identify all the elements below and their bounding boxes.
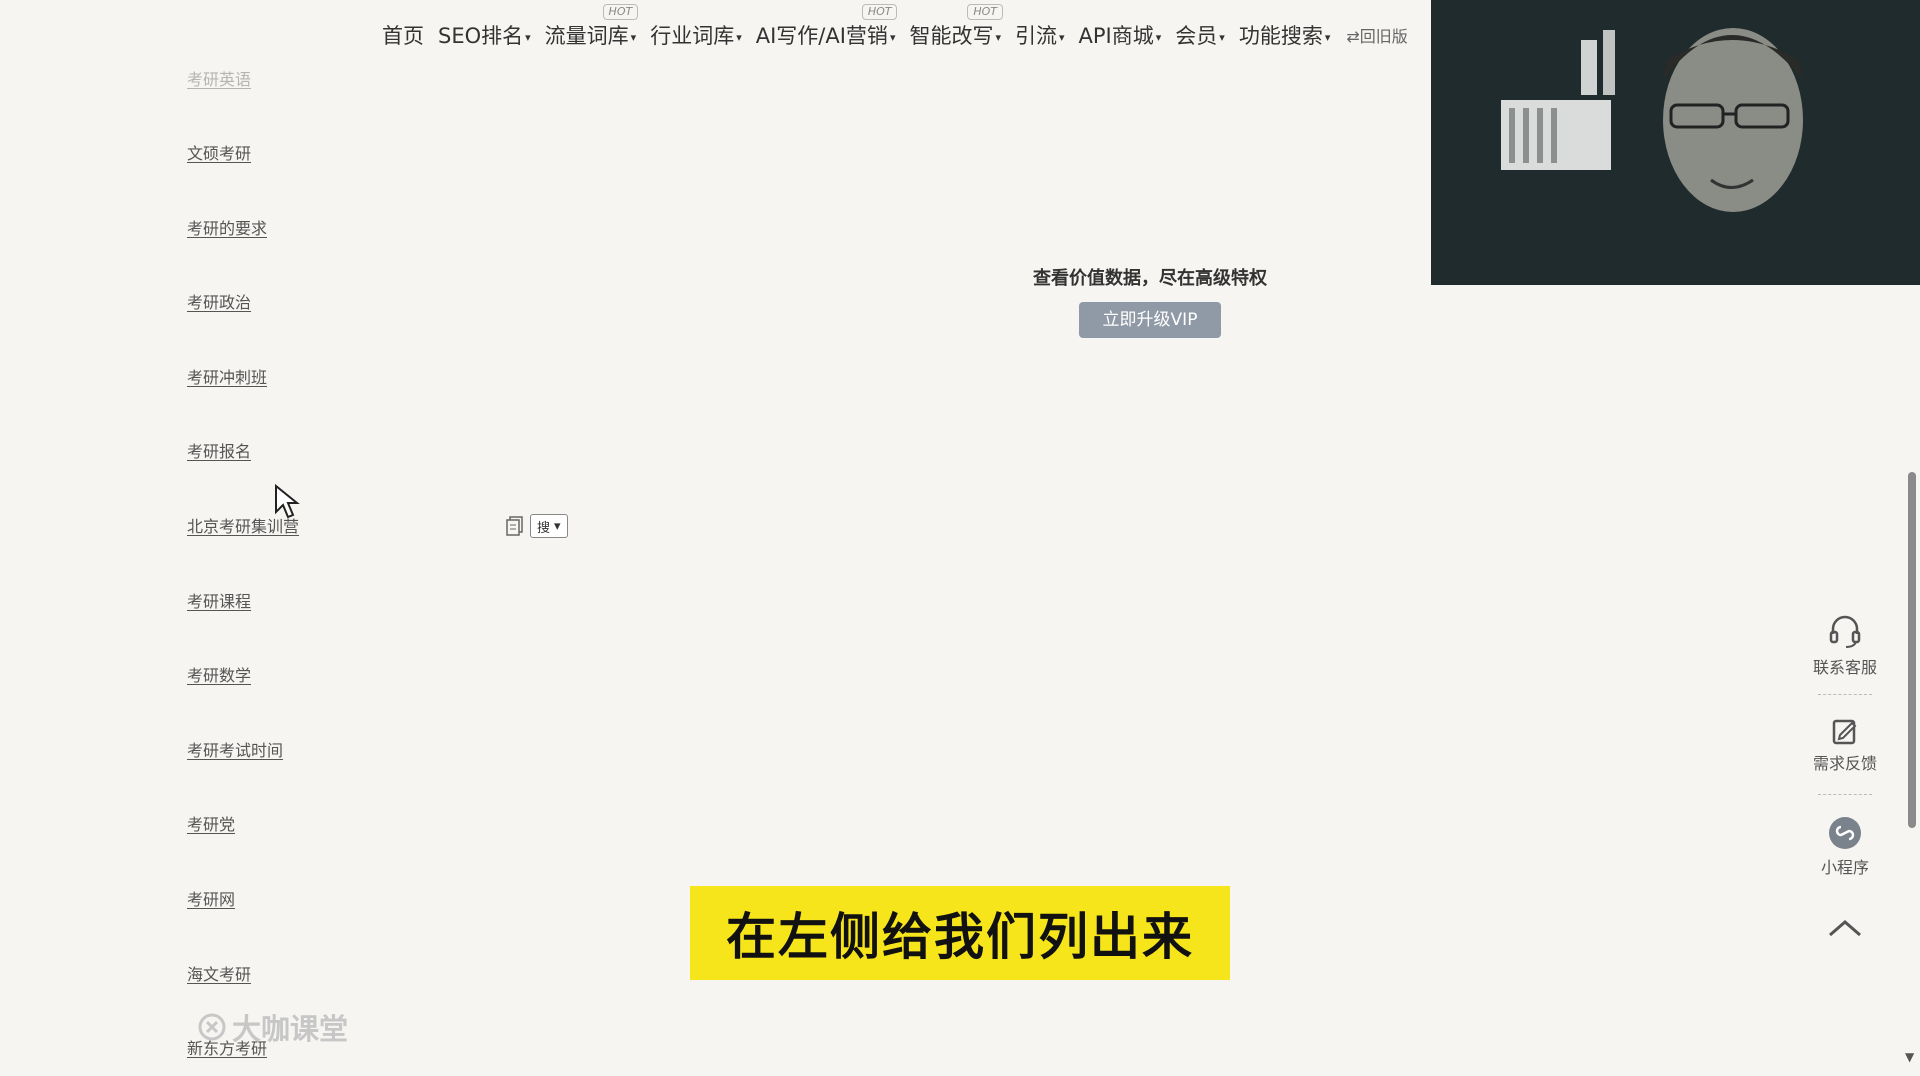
copy-icon[interactable] [506,516,524,536]
video-subtitle: 在左侧给我们列出来 [690,886,1230,980]
scrollbar-thumb[interactable] [1908,472,1916,828]
keyword-link[interactable]: 考研冲刺班 [187,364,267,388]
scroll-down-icon[interactable]: ▼ [1905,1050,1914,1064]
keyword-link[interactable]: 考研网 [187,886,235,910]
nav-item-label: 智能改写 [909,24,994,48]
nav-item[interactable]: 流量词库 ▾ HOT [544,4,639,50]
nav-item-label: 功能搜索 [1238,24,1323,48]
caret-down-icon: ▾ [630,30,637,44]
keyword-link[interactable]: 考研报名 [187,438,251,462]
edit-note-icon [1832,719,1857,745]
nav-item-label: 流量词库 [544,24,629,48]
caret-down-icon: ▾ [889,30,896,44]
caret-down-icon: ▾ [995,30,1001,44]
chevron-down-icon: ▾ [554,518,561,534]
nav-item[interactable]: API商城 ▾ [1079,20,1162,50]
chevron-up-icon [1829,920,1861,937]
nav-item[interactable]: 首页 [382,20,424,50]
caret-down-icon: ▾ [1059,30,1065,44]
brand-logo-icon [198,1013,226,1041]
top-navigation: 首页 SEO排名 ▾ 流量词库 ▾ HOT 行业词库 ▾ AI写作/AI营销 ▾ HOT 智能改写 ▾ H… [0,0,1430,62]
brand-name: 大咖课堂 [232,1012,349,1046]
search-dropdown[interactable]: 搜 ▾ [530,514,568,538]
webcam-overlay [1431,0,1920,285]
feedback-button[interactable]: 需求反馈 [1800,716,1890,774]
keyword-link[interactable]: 考研政治 [187,289,251,313]
nav-item-label: SEO排名 [438,24,524,48]
nav-menu: 首页 SEO排名 ▾ 流量词库 ▾ HOT 行业词库 ▾ AI写作/AI营销 ▾ HOT 智能改写 ▾ H… [382,4,1408,50]
divider [1818,694,1872,695]
mini-program-label: 小程序 [1820,858,1869,877]
keyword-link[interactable]: 考研党 [187,811,235,835]
keyword-link[interactable]: 考研课程 [187,588,251,612]
nav-item-label: 引流 [1015,24,1057,48]
row-tools: 搜 ▾ [506,514,568,538]
back-to-top-button[interactable] [1800,918,1890,942]
presenter-video [1431,0,1920,285]
nav-item-label: API商城 [1078,24,1154,48]
nav-item[interactable]: 功能搜索 ▾ [1239,20,1331,50]
keyword-link[interactable]: 考研数学 [187,662,251,686]
caret-down-icon: ▾ [736,30,742,44]
nav-item-label: 行业词库 [650,24,735,48]
keyword-link[interactable]: 海文考研 [187,961,251,985]
keyword-link[interactable]: 文硕考研 [187,140,251,164]
divider [1818,794,1872,795]
mouse-cursor-icon [275,484,300,519]
upgrade-vip-button[interactable]: 立即升级VIP [1079,302,1221,338]
mini-program-icon [1829,817,1861,849]
nav-item-label: AI写作/AI营销 [755,24,888,48]
brand-watermark: 大咖课堂 [198,1006,348,1048]
hot-badge: HOT [967,4,1003,20]
feedback-label: 需求反馈 [1812,754,1877,773]
nav-item-label: 首页 [382,24,424,48]
search-dropdown-label: 搜 [537,520,551,536]
nav-item[interactable]: 行业词库 ▾ [650,20,742,50]
nav-item[interactable]: 会员 ▾ [1175,20,1225,50]
keyword-link[interactable]: 考研的要求 [187,215,267,239]
contact-service-button[interactable]: 联系客服 [1800,614,1890,678]
caret-down-icon: ▾ [1324,30,1331,44]
nav-item[interactable]: 引流 ▾ [1015,20,1065,50]
nav-item[interactable]: SEO排名 ▾ [438,20,531,50]
hot-badge: HOT [861,4,898,20]
contact-service-label: 联系客服 [1812,658,1877,677]
caret-down-icon: ▾ [1155,30,1162,44]
mini-program-button[interactable]: 小程序 [1800,816,1890,878]
caret-down-icon: ▾ [1219,30,1225,44]
caret-down-icon: ▾ [525,30,531,44]
vip-prompt: 查看价值数据，尽在高级特权 立即升级VIP [980,264,1320,338]
nav-item[interactable]: 智能改写 ▾ HOT [909,4,1003,50]
headset-icon [1829,615,1861,648]
keyword-link[interactable]: 考研考试时间 [187,737,283,761]
old-version-link[interactable]: ⇄回旧版 [1346,23,1407,47]
nav-item-label: 会员 [1175,24,1218,48]
keyword-link-partial[interactable]: 考研英语 [187,66,251,90]
vip-title: 查看价值数据，尽在高级特权 [1033,268,1267,289]
nav-item[interactable]: AI写作/AI营销 ▾ HOT [755,4,898,50]
hot-badge: HOT [602,4,639,20]
